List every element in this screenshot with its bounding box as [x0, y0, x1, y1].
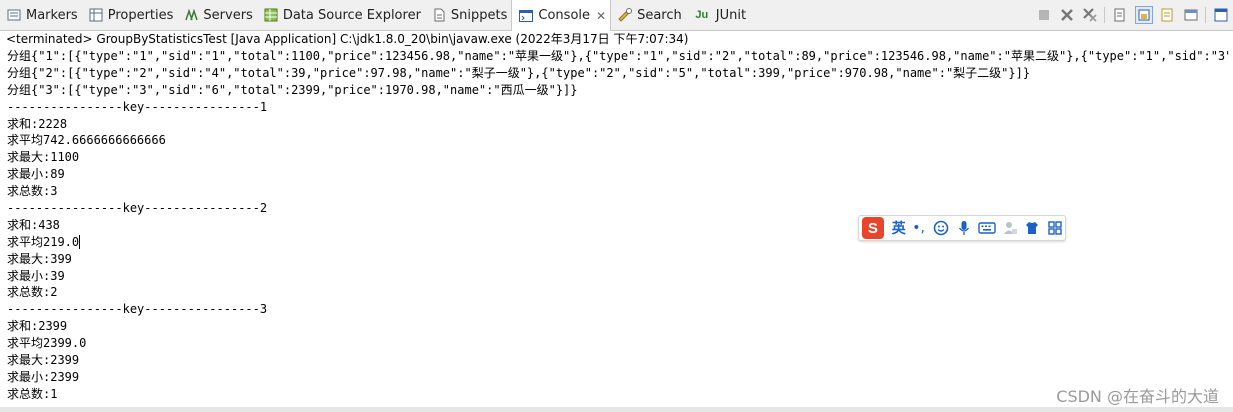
ime-toolbar[interactable]: S 英 •,: [858, 215, 1066, 241]
console-line: 求和:2399: [7, 319, 68, 334]
console-line: 分组{"3":[{"type":"3","sid":"6","total":23…: [7, 82, 578, 97]
keyboard-icon[interactable]: [977, 218, 997, 238]
tab-label: Servers: [203, 7, 253, 23]
tab-label: JUnit: [715, 7, 747, 23]
skin-shirt-icon[interactable]: [1022, 218, 1042, 238]
console-line: 求总数:2: [7, 285, 58, 300]
remove-launch-icon[interactable]: [1059, 7, 1075, 23]
properties-icon: [88, 7, 104, 23]
ime-logo[interactable]: S: [862, 217, 884, 239]
console-line: ----------------key----------------1: [7, 99, 268, 114]
console-line: 求最大:2399: [7, 353, 80, 368]
console-line: 求总数:1: [7, 386, 58, 401]
console-line: 求和:2228: [7, 116, 68, 131]
scroll-lock-icon[interactable]: [1135, 6, 1153, 24]
tab-junit[interactable]: Ju JUnit: [686, 0, 750, 31]
search-icon: [617, 7, 633, 23]
console-line: 求最小:2399: [7, 369, 80, 384]
word-wrap-icon[interactable]: [1160, 7, 1176, 23]
console-toolbar: [1029, 6, 1229, 24]
console-status-line: <terminated> GroupByStatisticsTest [Java…: [6, 32, 689, 46]
microphone-icon[interactable]: [954, 218, 974, 238]
console-line: ----------------key----------------3: [7, 302, 268, 317]
tab-label: Data Source Explorer: [282, 7, 421, 23]
tab-label: Console: [538, 8, 591, 23]
tab-label: Properties: [107, 7, 174, 23]
close-icon[interactable]: ✕: [596, 9, 606, 23]
console-line: 求最小:39: [7, 268, 65, 283]
ime-punctuation-toggle[interactable]: •,: [909, 218, 929, 238]
horizontal-scrollbar[interactable]: [0, 407, 1233, 412]
junit-icon: Ju: [695, 9, 709, 21]
csdn-watermark: CSDN @在奋斗的大道: [1056, 387, 1219, 406]
console-line: 求最小:89: [7, 167, 65, 182]
toolbox-grid-icon[interactable]: [1045, 218, 1065, 238]
console-line: 求最大:399: [7, 251, 72, 266]
tab-console[interactable]: Console ✕: [511, 0, 612, 31]
console-line: 分组{"2":[{"type":"2","sid":"4","total":39…: [7, 65, 1031, 80]
clear-console-icon[interactable]: [1112, 7, 1128, 23]
tab-data-source-explorer[interactable]: Data Source Explorer: [257, 0, 425, 31]
console-line: 求平均2399.0: [7, 336, 87, 351]
data-source-icon: [263, 7, 279, 23]
show-console-on-output-icon[interactable]: [1183, 7, 1199, 23]
tab-label: Markers: [26, 7, 78, 23]
text-caret: [79, 235, 81, 250]
user-account-icon[interactable]: [1000, 218, 1020, 238]
console-line: 分组{"1":[{"type":"1","sid":"1","total":11…: [7, 49, 1229, 63]
remove-all-terminated-icon[interactable]: [1082, 7, 1098, 23]
toolbar-separator: [1205, 7, 1206, 23]
tab-label: Search: [637, 7, 682, 23]
tab-snippets[interactable]: Snippets: [425, 0, 511, 31]
console-line: 求总数:3: [7, 184, 58, 199]
console-icon: [518, 8, 534, 24]
ime-language-toggle[interactable]: 英: [892, 218, 906, 238]
console-line: 求平均742.6666666666666: [7, 133, 166, 148]
markers-icon: [6, 7, 22, 23]
tab-label: Snippets: [450, 7, 508, 23]
emoji-icon[interactable]: [931, 218, 951, 238]
tab-servers[interactable]: Servers: [177, 0, 256, 31]
toolbar-separator: [1104, 7, 1105, 23]
pin-console-icon[interactable]: [1213, 7, 1229, 23]
tab-search[interactable]: Search: [611, 0, 686, 31]
tab-properties[interactable]: Properties: [82, 0, 178, 31]
snippets-icon: [431, 7, 447, 23]
servers-icon: [183, 7, 199, 23]
view-tab-bar: Markers Properties Servers Data Source E…: [0, 0, 1233, 31]
tab-markers[interactable]: Markers: [0, 0, 82, 31]
console-line: 求最大:1100: [7, 150, 80, 165]
terminate-icon[interactable]: [1036, 7, 1052, 23]
console-line-text: 求平均219.0: [7, 234, 80, 249]
